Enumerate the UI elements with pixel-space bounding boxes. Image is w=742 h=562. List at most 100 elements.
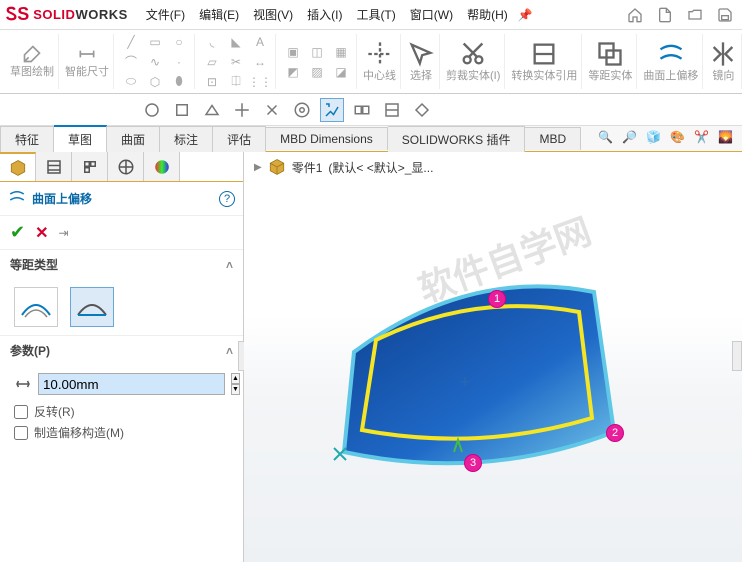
plane-icon[interactable]: ▱ bbox=[201, 53, 223, 71]
tab-annotation[interactable]: 标注 bbox=[160, 126, 213, 152]
cube1-icon[interactable]: ▣ bbox=[282, 43, 304, 61]
zoom-icon[interactable]: 🔍 bbox=[598, 130, 616, 148]
open-icon[interactable] bbox=[684, 4, 706, 26]
spin-up-button[interactable]: ▲ bbox=[231, 373, 240, 384]
menu-insert[interactable]: 插入(I) bbox=[307, 6, 342, 23]
panel-tabs bbox=[0, 152, 243, 182]
panel-tab-property[interactable] bbox=[36, 152, 72, 181]
tab-sw-addins[interactable]: SOLIDWORKS 插件 bbox=[388, 126, 526, 152]
cancel-button[interactable]: ✕ bbox=[35, 223, 48, 243]
section-offset-type[interactable]: 等距类型 ˄ bbox=[0, 249, 243, 279]
ok-button[interactable]: ✔ bbox=[10, 222, 25, 243]
menu-view[interactable]: 视图(V) bbox=[253, 6, 293, 23]
sr-btn-2[interactable] bbox=[170, 98, 194, 122]
sr-btn-6[interactable] bbox=[290, 98, 314, 122]
home-icon[interactable] bbox=[624, 4, 646, 26]
extend-icon[interactable]: ↔ bbox=[249, 53, 271, 71]
ribbon-trim[interactable]: 剪裁实体(I) bbox=[442, 34, 505, 89]
section-params[interactable]: 参数(P) ˄ bbox=[0, 335, 243, 365]
new-doc-icon[interactable] bbox=[654, 4, 676, 26]
cube4-icon[interactable]: ◩ bbox=[282, 63, 304, 81]
ribbon-group-smartdim[interactable]: 智能尺寸 bbox=[61, 34, 114, 89]
offset-distance-input[interactable] bbox=[38, 373, 225, 395]
sr-btn-1[interactable] bbox=[140, 98, 164, 122]
construction-checkbox-row[interactable]: 制造偏移构造(M) bbox=[14, 424, 229, 441]
tab-evaluate[interactable]: 评估 bbox=[213, 126, 266, 152]
text-icon[interactable]: A bbox=[249, 33, 271, 51]
tab-features[interactable]: 特征 bbox=[0, 126, 54, 152]
ribbon-group-sketch[interactable]: 草图绘制 bbox=[6, 34, 59, 89]
cube6-icon[interactable]: ◪ bbox=[330, 63, 352, 81]
ribbon-select[interactable]: 选择 bbox=[403, 34, 440, 89]
sr-btn-9[interactable] bbox=[410, 98, 434, 122]
menu-edit[interactable]: 编辑(E) bbox=[199, 6, 239, 23]
save-icon[interactable] bbox=[714, 4, 736, 26]
offset2-icon[interactable]: ⊡ bbox=[201, 73, 223, 91]
ribbon-convert[interactable]: 转换实体引用 bbox=[507, 34, 582, 89]
tab-mbd[interactable]: MBD bbox=[525, 127, 581, 150]
zoom-area-icon[interactable]: 🔎 bbox=[622, 130, 640, 148]
menu-help[interactable]: 帮助(H) bbox=[467, 6, 508, 23]
rect-icon[interactable]: ▭ bbox=[144, 33, 166, 51]
reverse-checkbox-row[interactable]: 反转(R) bbox=[14, 403, 229, 420]
splitter-right[interactable] bbox=[732, 341, 742, 371]
tab-mbd-dim[interactable]: MBD Dimensions bbox=[266, 127, 388, 150]
breadcrumb-part[interactable]: 零件1 bbox=[292, 159, 323, 176]
cube5-icon[interactable]: ▨ bbox=[306, 63, 328, 81]
ribbon-centerline[interactable]: 中心线 bbox=[359, 34, 401, 89]
menu-file[interactable]: 文件(F) bbox=[146, 6, 185, 23]
tab-sketch[interactable]: 草图 bbox=[54, 125, 107, 152]
chamfer-icon[interactable]: ◣ bbox=[225, 33, 247, 51]
menu-tools[interactable]: 工具(T) bbox=[356, 6, 395, 23]
mirror2-icon[interactable]: ⎅ bbox=[225, 73, 247, 91]
offset-type-geodesic[interactable] bbox=[14, 287, 58, 327]
trim-icon[interactable]: ✂ bbox=[225, 53, 247, 71]
panel-tab-feature[interactable] bbox=[0, 152, 36, 181]
circle-icon[interactable]: ○ bbox=[168, 33, 190, 51]
sr-btn-5[interactable] bbox=[260, 98, 284, 122]
scene-icon[interactable]: 🌄 bbox=[718, 130, 736, 148]
title-bar: ᏚS SOLIDWORKS 文件(F) 编辑(E) 视图(V) 插入(I) 工具… bbox=[0, 0, 742, 30]
construction-checkbox[interactable] bbox=[14, 426, 28, 440]
line-icon[interactable]: ╱ bbox=[120, 33, 142, 51]
breadcrumb-arrow-icon[interactable]: ▶ bbox=[254, 162, 262, 173]
spin-down-button[interactable]: ▼ bbox=[231, 384, 240, 395]
sr-btn-3[interactable] bbox=[200, 98, 224, 122]
point-icon[interactable]: · bbox=[168, 53, 190, 71]
cube2-icon[interactable]: ◫ bbox=[306, 43, 328, 61]
sr-btn-7[interactable] bbox=[350, 98, 374, 122]
pattern-icon[interactable]: ⋮⋮ bbox=[249, 73, 271, 91]
pin-menu-icon[interactable]: 📌 bbox=[518, 8, 533, 22]
ribbon-offset[interactable]: 等距实体 bbox=[584, 34, 637, 89]
panel-tab-dim[interactable] bbox=[108, 152, 144, 181]
reverse-checkbox[interactable] bbox=[14, 405, 28, 419]
canvas[interactable]: 软件自学网 1 bbox=[244, 152, 742, 562]
panel-tab-config[interactable] bbox=[72, 152, 108, 181]
section-params-label: 参数(P) bbox=[10, 342, 50, 359]
section-icon[interactable]: ✂️ bbox=[694, 130, 712, 148]
keep-visible-icon[interactable]: ⇥ bbox=[59, 226, 69, 240]
model-svg bbox=[244, 152, 742, 562]
graphics-area[interactable]: ▶ 零件1 (默认< <默认>_显... 软件自学网 bbox=[244, 152, 742, 562]
display-style-icon[interactable]: 🎨 bbox=[670, 130, 688, 148]
view-orient-icon[interactable]: 🧊 bbox=[646, 130, 664, 148]
breadcrumb-config[interactable]: (默认< <默认>_显... bbox=[328, 159, 433, 176]
tab-surface[interactable]: 曲面 bbox=[107, 126, 160, 152]
menu-window[interactable]: 窗口(W) bbox=[410, 6, 453, 23]
sr-btn-active[interactable] bbox=[320, 98, 344, 122]
arc-icon[interactable]: ⌒ bbox=[120, 53, 142, 71]
slot-icon[interactable]: ⬭ bbox=[120, 73, 142, 91]
ribbon-mirror[interactable]: 镜向 bbox=[705, 34, 742, 89]
ribbon-surface-offset[interactable]: 曲面上偏移 bbox=[639, 34, 703, 89]
offset-type-euclidean[interactable] bbox=[70, 287, 114, 327]
panel-tab-appearance[interactable] bbox=[144, 152, 180, 181]
spline-icon[interactable]: ∿ bbox=[144, 53, 166, 71]
sr-btn-4[interactable] bbox=[230, 98, 254, 122]
help-icon[interactable]: ? bbox=[219, 191, 235, 207]
cube3-icon[interactable]: ▦ bbox=[330, 43, 352, 61]
ribbon-label-trim: 剪裁实体(I) bbox=[446, 70, 500, 82]
sr-btn-8[interactable] bbox=[380, 98, 404, 122]
fillet-icon[interactable]: ◟ bbox=[201, 33, 223, 51]
polygon-icon[interactable]: ⬡ bbox=[144, 73, 166, 91]
ellipse-icon[interactable]: ⬮ bbox=[168, 73, 190, 91]
